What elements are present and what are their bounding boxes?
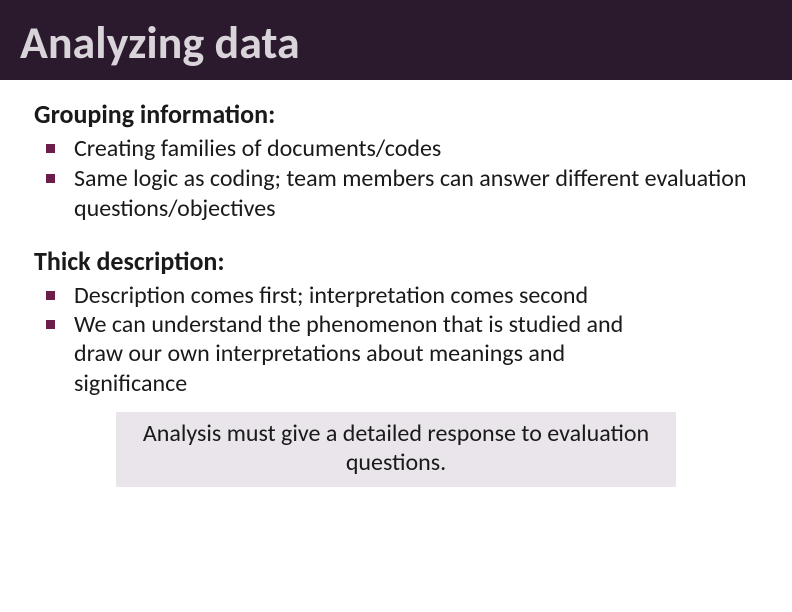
header-bar: Analyzing data bbox=[0, 0, 792, 80]
bullet-list: Creating families of documents/codes Sam… bbox=[34, 134, 758, 223]
bullet-item: Same logic as coding; team members can a… bbox=[74, 164, 758, 223]
bullet-item: Creating families of documents/codes bbox=[74, 134, 758, 163]
slide-title: Analyzing data bbox=[20, 20, 772, 66]
bullet-item: Description comes first; interpretation … bbox=[74, 281, 638, 310]
section-heading: Grouping information: bbox=[34, 98, 758, 130]
callout-text: Analysis must give a detailed response t… bbox=[136, 420, 656, 478]
slide-content: Grouping information: Creating families … bbox=[0, 80, 792, 487]
callout-box: Analysis must give a detailed response t… bbox=[116, 412, 676, 488]
section-heading: Thick description: bbox=[34, 245, 758, 277]
section-thick-description: Thick description: Description comes fir… bbox=[34, 245, 758, 398]
bullet-list: Description comes first; interpretation … bbox=[34, 281, 758, 398]
section-grouping: Grouping information: Creating families … bbox=[34, 98, 758, 223]
bullet-item: We can understand the phenomenon that is… bbox=[74, 310, 638, 398]
